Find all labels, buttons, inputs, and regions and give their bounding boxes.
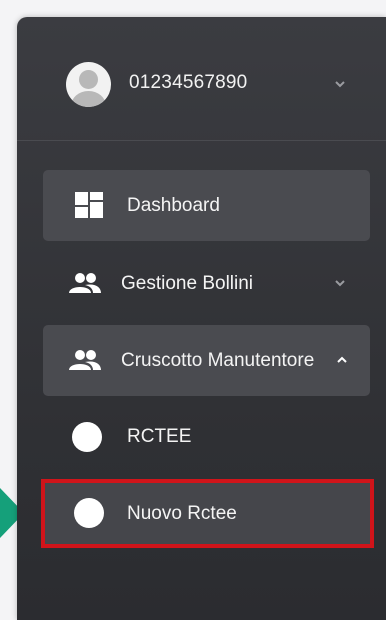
users-icon xyxy=(67,272,103,299)
sidebar-subitem-rctee[interactable]: RCTEE xyxy=(43,408,370,464)
sidebar-subitem-label: RCTEE xyxy=(127,426,192,447)
sidebar-subitem-label: Nuovo Rctee xyxy=(127,503,237,524)
chevron-down-icon[interactable] xyxy=(334,277,346,289)
user-name: 01234567890 xyxy=(129,72,248,93)
sidebar-item-label: Cruscotto Manutentore xyxy=(121,350,315,371)
chevron-down-icon[interactable] xyxy=(334,78,346,90)
chevron-up-icon[interactable] xyxy=(336,354,348,366)
sidebar-item-gestione-bollini[interactable]: Gestione Bollini xyxy=(43,248,370,319)
sidebar-item-label: Dashboard xyxy=(127,195,220,216)
dashboard-grid-icon xyxy=(75,192,103,223)
sidebar-item-label: Gestione Bollini xyxy=(121,273,254,294)
user-avatar-icon xyxy=(66,62,111,107)
circle-icon xyxy=(72,422,102,452)
sidebar-item-cruscotto-manutentore[interactable]: Cruscotto Manutentore xyxy=(43,325,370,396)
circle-icon xyxy=(74,498,104,528)
user-profile-row[interactable]: 01234567890 xyxy=(17,17,386,141)
users-icon xyxy=(67,349,103,376)
sidebar-subitem-nuovo-rctee[interactable]: Nuovo Rctee xyxy=(41,479,374,548)
sidebar-item-dashboard[interactable]: Dashboard xyxy=(43,170,370,241)
